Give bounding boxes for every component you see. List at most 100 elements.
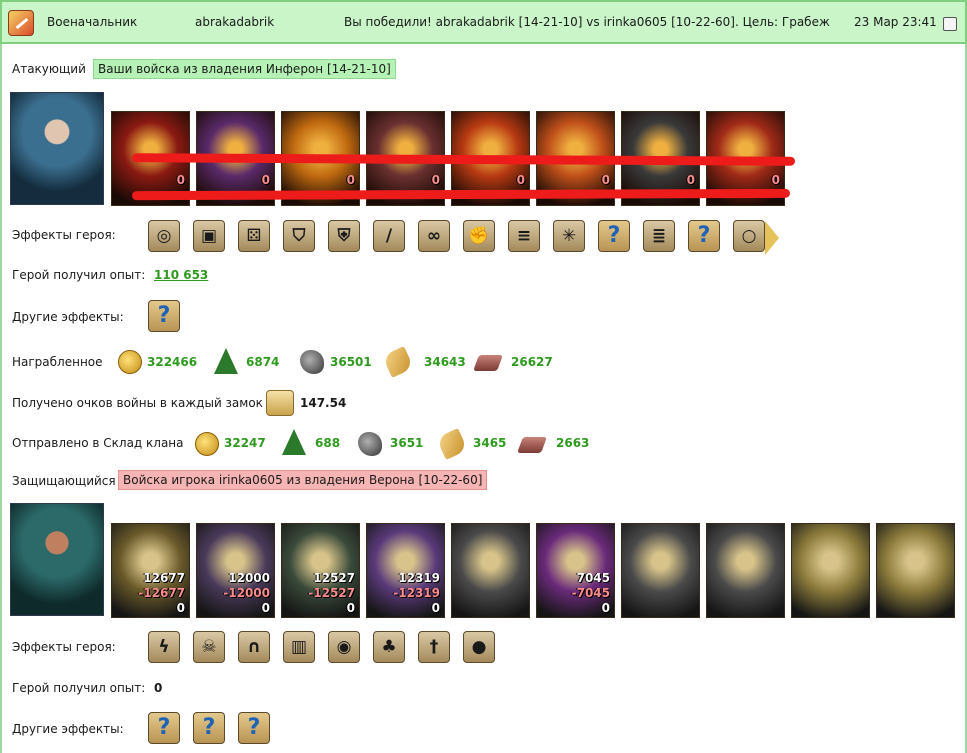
attacker-banner: Ваши войска из владения Инферон [14-21-1… — [93, 59, 396, 79]
defender-unit-1[interactable]: 12677 -12677 0 — [111, 523, 190, 618]
defender-unit-3[interactable]: 12527 -12527 0 — [281, 523, 360, 618]
rank-label: Военачальник — [47, 15, 138, 29]
unit-count-loss: -12319 — [393, 586, 440, 600]
unit-count-start: 12527 — [313, 571, 355, 585]
attacker-other-effects-label: Другие эффекты: — [12, 310, 124, 324]
war-points-value: 147.54 — [300, 396, 347, 410]
barrel-icon[interactable]: ≡ — [508, 220, 540, 252]
defender-exp-label: Герой получил опыт: — [12, 681, 146, 695]
defender-unit-7[interactable] — [621, 523, 700, 618]
wood-icon — [214, 348, 238, 374]
amulet-icon[interactable]: ◉ — [328, 631, 360, 663]
unit-count-remaining: 0 — [601, 601, 610, 615]
unit-loss-count: 0 — [771, 173, 780, 187]
unit-loss-count: 0 — [346, 173, 355, 187]
loot-ore: 36501 — [330, 355, 372, 369]
ore-icon — [358, 432, 382, 456]
defender-unit-6[interactable]: 7045 -7045 0 — [536, 523, 615, 618]
defender-unit-5[interactable] — [451, 523, 530, 618]
handshake-icon[interactable]: ∞ — [418, 220, 450, 252]
unit-count-remaining: 0 — [346, 601, 355, 615]
clan-grain: 3465 — [473, 436, 507, 450]
sword-icon[interactable]: / — [373, 220, 405, 252]
attacker-hero-portrait[interactable] — [10, 92, 104, 205]
unit-loss-count: 0 — [601, 173, 610, 187]
defender-other-effects-label: Другие эффекты: — [12, 722, 124, 736]
clan-wood: 688 — [315, 436, 341, 450]
question-icon[interactable]: ? — [148, 300, 180, 332]
attacker-label: Атакующий — [12, 62, 86, 76]
armor-icon[interactable]: ▥ — [283, 631, 315, 663]
unit-count-loss: -7045 — [571, 586, 610, 600]
loot-grain: 34643 — [424, 355, 466, 369]
unit-count-start: 7045 — [576, 571, 610, 585]
war-points-label: Получено очков войны в каждый замок — [12, 396, 263, 410]
round-shield-icon[interactable]: ● — [463, 631, 495, 663]
attacker-effects-label: Эффекты героя: — [12, 228, 116, 242]
unit-count-start: 12000 — [228, 571, 270, 585]
unit-count-remaining: 0 — [431, 601, 440, 615]
chest-icon[interactable]: ▣ — [193, 220, 225, 252]
question-icon[interactable]: ? — [688, 220, 720, 252]
fist-icon[interactable]: ✊ — [463, 220, 495, 252]
clan-stone: 2663 — [556, 436, 590, 450]
question-icon[interactable]: ? — [598, 220, 630, 252]
unit-count-loss: -12527 — [308, 586, 355, 600]
unit-count-remaining: 0 — [261, 601, 270, 615]
unit-count-start: 12677 — [143, 571, 185, 585]
unit-loss-count: 0 — [431, 173, 440, 187]
clan-storage-label: Отправлено в Склад клана — [12, 436, 184, 450]
unit-loss-count: 0 — [261, 173, 270, 187]
select-checkbox[interactable] — [943, 17, 957, 31]
unit-loss-count: 0 — [686, 173, 695, 187]
defender-exp-value: 0 — [154, 681, 163, 695]
dice-icon[interactable]: ⚄ — [238, 220, 270, 252]
ore-icon — [300, 350, 324, 374]
question-icon[interactable]: ? — [238, 712, 270, 744]
datetime: 23 Мар 23:41 — [854, 15, 937, 29]
clan-ore: 3651 — [390, 436, 424, 450]
coins-icon[interactable]: ◎ — [148, 220, 180, 252]
attacker-exp-value[interactable]: 110 653 — [154, 268, 208, 282]
barrel2-icon[interactable]: ≣ — [643, 220, 675, 252]
loot-stone: 26627 — [511, 355, 553, 369]
defender-unit-2[interactable]: 12000 -12000 0 — [196, 523, 275, 618]
shield-icon[interactable]: ⛉ — [283, 220, 315, 252]
unit-count-loss: -12677 — [138, 586, 185, 600]
defender-hero-portrait[interactable] — [10, 503, 104, 616]
result-message: Вы победили! abrakadabrik [14-21-10] vs … — [344, 15, 830, 29]
loot-wood: 6874 — [246, 355, 280, 369]
defender-banner: Войска игрока irinka0605 из владения Вер… — [118, 470, 488, 490]
unit-count-remaining: 0 — [176, 601, 185, 615]
hood-icon[interactable]: ∩ — [238, 631, 270, 663]
question-icon[interactable]: ? — [193, 712, 225, 744]
loot-gold: 322466 — [147, 355, 198, 369]
defender-effects-label: Эффекты героя: — [12, 640, 116, 654]
clover-icon[interactable]: ♣ — [373, 631, 405, 663]
loot-label: Награбленное — [12, 355, 103, 369]
fire-lightning-icon[interactable]: ϟ — [148, 631, 180, 663]
shield-hand-icon[interactable]: ⛨ — [328, 220, 360, 252]
defender-unit-8[interactable] — [706, 523, 785, 618]
skull-icon[interactable]: ☠ — [193, 631, 225, 663]
defender-unit-9[interactable] — [791, 523, 870, 618]
unit-count-start: 12319 — [398, 571, 440, 585]
defender-unit-10[interactable] — [876, 523, 955, 618]
gold-icon — [118, 350, 142, 374]
ring-icon[interactable]: ○ — [733, 220, 765, 252]
unit-loss-count: 0 — [176, 173, 185, 187]
web-icon[interactable]: ✳ — [553, 220, 585, 252]
war-points-icon — [266, 390, 294, 416]
scroll-right-icon[interactable] — [765, 221, 779, 255]
clan-gold: 32247 — [224, 436, 266, 450]
wood-icon — [282, 429, 306, 455]
player-name[interactable]: abrakadabrik — [195, 15, 274, 29]
defender-unit-4[interactable]: 12319 -12319 0 — [366, 523, 445, 618]
dagger-icon[interactable]: † — [418, 631, 450, 663]
report-header[interactable]: Военачальник abrakadabrik Вы победили! a… — [0, 0, 967, 44]
battle-sword-icon — [8, 10, 34, 36]
unit-count-loss: -12000 — [223, 586, 270, 600]
question-icon[interactable]: ? — [148, 712, 180, 744]
unit-loss-count: 0 — [516, 173, 525, 187]
attacker-exp-label: Герой получил опыт: — [12, 268, 146, 282]
